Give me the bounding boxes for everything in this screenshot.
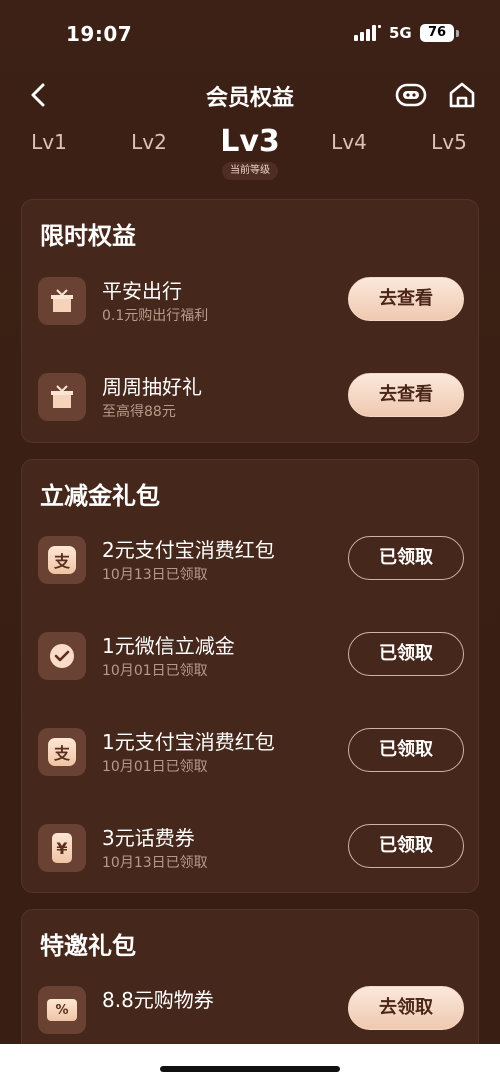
coupon-icon: %	[38, 986, 86, 1034]
battery-tip	[456, 30, 459, 37]
wechat-pay-icon	[38, 632, 86, 680]
card-title: 立减金礼包	[40, 482, 160, 510]
gift-box-icon	[38, 373, 86, 421]
view-button[interactable]: 去查看	[348, 373, 464, 417]
special-invite-card: 特邀礼包 % 8.8元购物券 去领取	[21, 909, 479, 1044]
claimed-button[interactable]: 已领取	[348, 824, 464, 868]
claimed-button[interactable]: 已领取	[348, 728, 464, 772]
list-item: 周周抽好礼 至高得88元 去查看	[22, 373, 480, 443]
item-subtitle: 0.1元购出行福利	[102, 308, 209, 324]
current-level-badge: 当前等级	[222, 162, 278, 180]
gift-box-icon	[38, 277, 86, 325]
list-item: ¥ 3元话费券 10月13日已领取 已领取	[22, 824, 480, 894]
item-name: 3元话费券	[102, 826, 195, 850]
phone-bill-icon: ¥	[38, 824, 86, 872]
limited-benefits-card: 限时权益 平安出行 0.1元购出行福利 去查看 周周抽好礼 至高得88元 去查看	[21, 199, 479, 443]
item-subtitle: 10月01日已领取	[102, 663, 208, 679]
item-name: 1元支付宝消费红包	[102, 730, 275, 754]
tab-lv1[interactable]: Lv1	[19, 130, 79, 154]
item-name: 1元微信立减金	[102, 634, 235, 658]
item-name: 平安出行	[102, 279, 182, 303]
item-name: 2元支付宝消费红包	[102, 538, 275, 562]
phone-bill-glyph: ¥	[52, 833, 72, 863]
alipay-icon: 支	[38, 728, 86, 776]
item-subtitle: 10月13日已领取	[102, 567, 208, 583]
item-name: 8.8元购物券	[102, 988, 214, 1012]
status-time: 19:07	[66, 22, 133, 46]
network-label: 5G	[389, 24, 412, 42]
home-indicator-area	[0, 1044, 500, 1084]
screen: 19:07 5G 76 会员权益 Lv1 Lv2 Lv3 Lv4 Lv5 当前等…	[0, 0, 500, 1044]
tab-lv2[interactable]: Lv2	[119, 130, 179, 154]
list-item: 1元微信立减金 10月01日已领取 已领取	[22, 632, 480, 702]
nav-bar: 会员权益	[0, 70, 500, 120]
alipay-glyph: 支	[48, 738, 76, 766]
card-title: 限时权益	[40, 222, 136, 250]
level-tabs: Lv1 Lv2 Lv3 Lv4 Lv5 当前等级	[0, 124, 500, 184]
robot-service-icon[interactable]	[394, 80, 428, 110]
alipay-glyph: 支	[48, 546, 76, 574]
claimed-button[interactable]: 已领取	[348, 536, 464, 580]
list-item: 平安出行 0.1元购出行福利 去查看	[22, 277, 480, 347]
tab-lv5[interactable]: Lv5	[419, 130, 479, 154]
view-button[interactable]: 去查看	[348, 277, 464, 321]
item-subtitle: 至高得88元	[102, 404, 176, 420]
list-item: % 8.8元购物券 去领取	[22, 986, 480, 1044]
item-subtitle: 10月01日已领取	[102, 759, 208, 775]
tab-lv3[interactable]: Lv3	[210, 124, 290, 159]
battery-icon: 76	[420, 24, 454, 42]
coupon-glyph: %	[47, 999, 77, 1021]
item-subtitle: 10月13日已领取	[102, 855, 208, 871]
claim-button[interactable]: 去领取	[348, 986, 464, 1030]
discount-gift-card: 立减金礼包 支 2元支付宝消费红包 10月13日已领取 已领取 1元微信立减金 …	[21, 459, 479, 893]
card-title: 特邀礼包	[40, 932, 136, 960]
home-indicator[interactable]	[160, 1066, 340, 1072]
alipay-icon: 支	[38, 536, 86, 584]
list-item: 支 2元支付宝消费红包 10月13日已领取 已领取	[22, 536, 480, 606]
tab-lv4[interactable]: Lv4	[319, 130, 379, 154]
home-icon[interactable]	[446, 79, 478, 111]
item-name: 周周抽好礼	[102, 375, 202, 399]
signal-icon	[354, 25, 381, 41]
list-item: 支 1元支付宝消费红包 10月01日已领取 已领取	[22, 728, 480, 798]
claimed-button[interactable]: 已领取	[348, 632, 464, 676]
status-bar: 19:07 5G 76	[0, 0, 500, 66]
